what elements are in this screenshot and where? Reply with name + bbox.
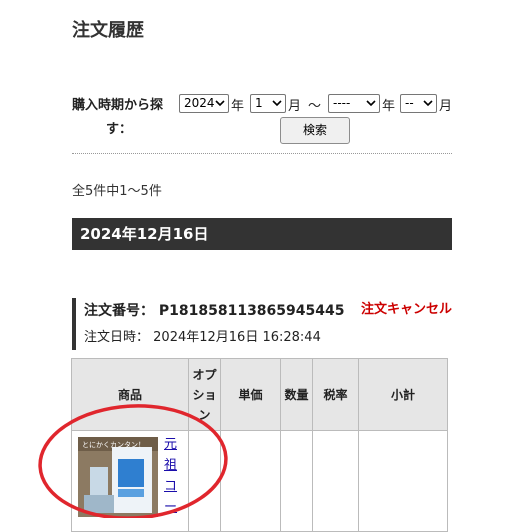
to-month-select[interactable]: --: [400, 94, 437, 113]
from-year-select[interactable]: 2024: [179, 94, 229, 113]
month-unit-2: 月: [439, 99, 453, 114]
from-year-value: 2024: [184, 96, 215, 110]
quantity-cell: [280, 430, 313, 532]
thumb-caption: とにかくカンタン！: [82, 440, 145, 449]
filter-label-line2: す：: [106, 122, 133, 137]
chevron-down-icon: [215, 100, 225, 107]
to-month-value: --: [405, 96, 414, 110]
to-year-select[interactable]: ----: [328, 94, 380, 113]
col-product: 商品: [71, 358, 189, 431]
col-option: オプション: [188, 358, 221, 431]
table-header-row: 商品 オプション 単価 数量 税率 小計: [71, 358, 448, 431]
chevron-down-icon: [366, 100, 376, 107]
product-thumbnail[interactable]: とにかくカンタン！: [78, 437, 158, 517]
order-date-label: 注文日時：: [84, 330, 150, 345]
order-datetime: 注文日時： 2024年12月16日 16:28:44: [84, 326, 321, 345]
month-unit: 月: [288, 99, 302, 114]
order-number-value: P181858113865945445: [158, 303, 345, 319]
result-count: 全5件中1～5件: [72, 184, 162, 199]
tax-rate-cell: [312, 430, 359, 532]
order-date-header: 2024年12月16日: [72, 218, 452, 250]
range-tilde: ～: [308, 99, 322, 114]
product-name-link[interactable]: 元祖コー: [164, 434, 180, 518]
chevron-down-icon: [423, 100, 433, 107]
product-image: とにかくカンタン！: [78, 437, 158, 517]
col-tax-rate: 税率: [312, 358, 359, 431]
cancel-order-link[interactable]: 注文キャンセル: [361, 298, 452, 317]
col-unit-price: 単価: [220, 358, 281, 431]
order-number-label: 注文番号：: [84, 303, 154, 319]
from-month-select[interactable]: 1: [250, 94, 286, 113]
search-button[interactable]: 検索: [280, 117, 350, 144]
year-unit: 年: [231, 99, 245, 114]
subtotal-cell: [358, 430, 448, 532]
order-number: 注文番号： P181858113865945445: [84, 300, 344, 320]
from-month-value: 1: [255, 96, 263, 110]
col-quantity: 数量: [280, 358, 313, 431]
page-title: 注文履歴: [72, 20, 144, 41]
year-unit-2: 年: [382, 99, 396, 114]
filter-label: 購入時期から探 す：: [72, 94, 178, 142]
chevron-down-icon: [272, 100, 282, 107]
order-header: 注文番号： P181858113865945445 注文キャンセル 注文日時： …: [72, 298, 452, 350]
divider: [72, 153, 452, 154]
to-year-value: ----: [333, 96, 351, 110]
col-subtotal: 小計: [358, 358, 448, 431]
unit-price-cell: [220, 430, 281, 532]
option-cell: [188, 430, 221, 532]
order-date-value: 2024年12月16日 16:28:44: [153, 330, 321, 345]
filter-label-line1: 購入時期から探: [72, 98, 164, 113]
